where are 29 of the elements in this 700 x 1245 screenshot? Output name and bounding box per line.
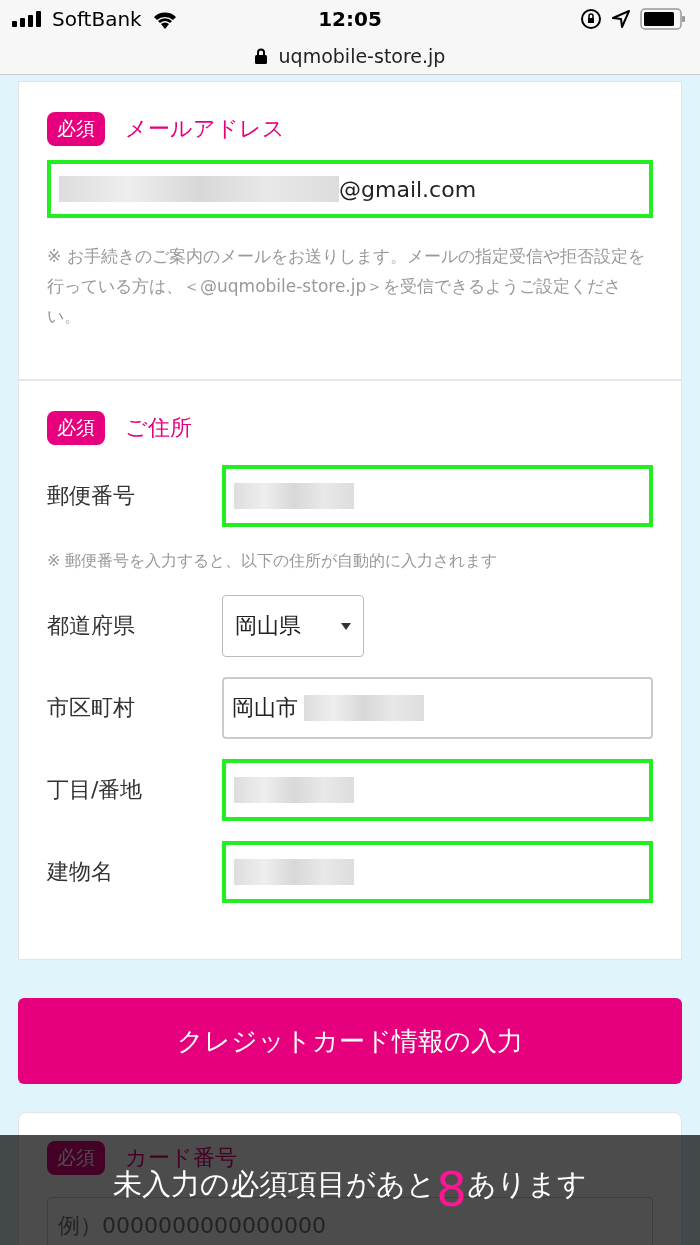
field-label: 市区町村 — [47, 694, 136, 723]
location-arrow-icon — [612, 10, 630, 28]
clock-time: 12:05 — [318, 7, 382, 31]
field-label: 建物名 — [47, 858, 114, 887]
input-field[interactable]: 岡山市 — [222, 677, 653, 740]
note-text: ※ お手続きのご案内のメールをお送りします。メールの指定受信や拒否設定を行っている方は、＜@uqmobile-store.jp＞を受信できるようご設定ください。 — [47, 245, 646, 328]
note-text: ※ 郵便番号を入力すると、以下の住所が自動的に入力されます — [47, 550, 499, 573]
url-text: uqmobile-store.jp — [278, 45, 446, 67]
required-badge: 必須 — [47, 411, 105, 446]
section-title: メールアドレス — [125, 115, 285, 143]
carrier-name: SoftBank — [52, 7, 142, 31]
credit-card-button[interactable]: クレジットカード情報の入力 — [18, 998, 682, 1085]
input-field[interactable] — [222, 759, 653, 822]
lock-icon — [254, 48, 267, 64]
input-field[interactable] — [222, 841, 653, 904]
address-bar[interactable]: uqmobile-store.jp — [0, 38, 700, 75]
required-badge: 必須 — [47, 112, 105, 146]
signal-icon — [12, 11, 42, 27]
prefecture-select[interactable]: 岡山県 — [222, 595, 364, 658]
rotation-lock-icon — [580, 8, 602, 30]
battery-icon — [640, 8, 686, 30]
input-field[interactable] — [222, 465, 653, 528]
section-title: ご住所 — [125, 414, 192, 443]
field-label: 郵便番号 — [47, 482, 136, 511]
caret-icon — [341, 622, 351, 630]
field-label: 都道府県 — [47, 612, 136, 641]
field-label: 丁目/番地 — [47, 776, 144, 805]
email-field[interactable]: @gmail.com — [47, 160, 653, 218]
section-title: カード番号 — [125, 1144, 237, 1171]
